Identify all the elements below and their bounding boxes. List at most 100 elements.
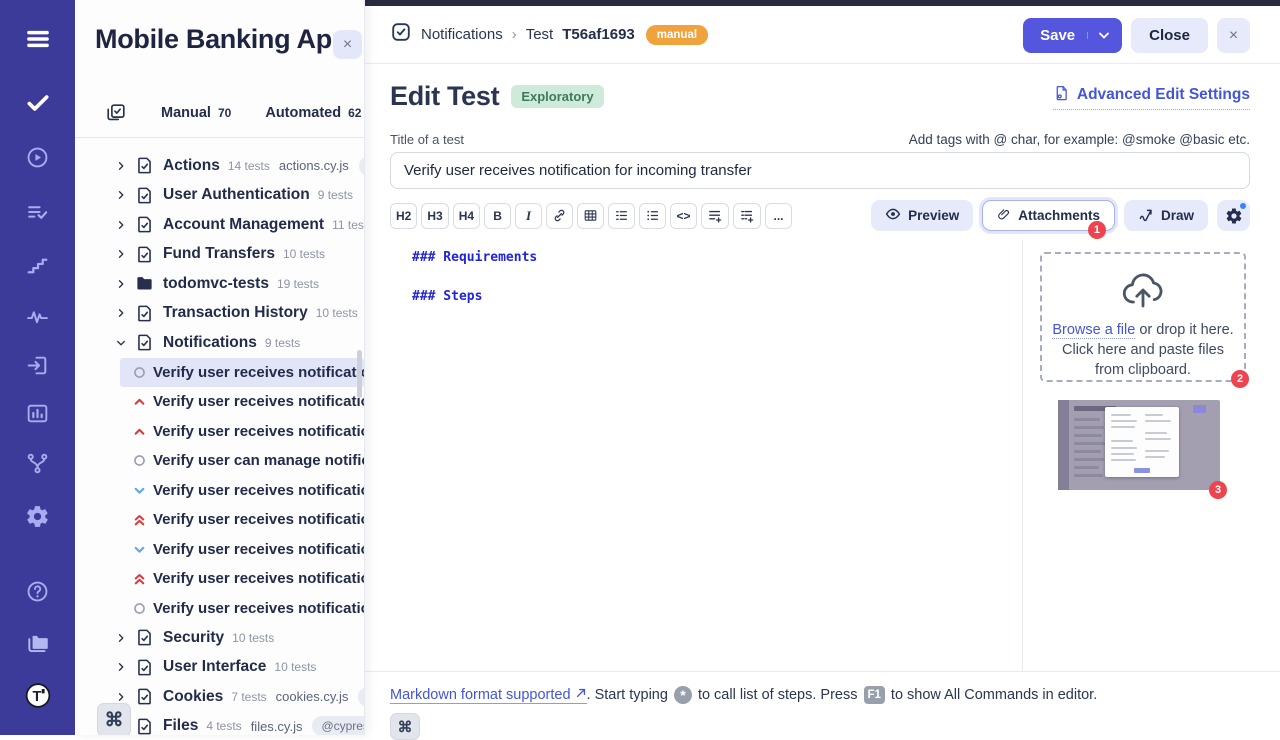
scribble-arrow-icon [1138, 206, 1154, 225]
tree-test-item[interactable]: Verify user receives notification [120, 505, 364, 535]
close-button[interactable]: Close [1131, 18, 1208, 53]
play-runs-icon[interactable] [25, 144, 51, 170]
tags-hint: Add tags with @ char, for example: @smok… [909, 132, 1250, 147]
projects-folder-icon[interactable] [25, 630, 51, 656]
chevron-right-icon[interactable] [115, 277, 128, 290]
save-dropdown-caret[interactable] [1087, 32, 1109, 39]
preview-button[interactable]: Preview [871, 200, 973, 231]
tree-scrollbar-thumb[interactable] [357, 350, 362, 398]
tree-test-item[interactable]: Verify user can manage notifica [120, 446, 364, 476]
app-logo[interactable]: T [25, 682, 51, 708]
activity-pulse-icon[interactable] [25, 303, 51, 329]
editor-attachments-divider [1022, 240, 1023, 671]
tree-test-item[interactable]: Verify user receives notification [120, 476, 364, 506]
reports-chart-icon[interactable] [25, 400, 51, 426]
steps-icon[interactable] [25, 252, 51, 278]
app-icon-rail: T [0, 0, 75, 735]
sign-in-icon[interactable] [25, 352, 51, 378]
status-failed-twice-icon [133, 513, 147, 527]
drawer-close-button[interactable]: × [333, 30, 362, 59]
add-numbered-step-button[interactable] [733, 203, 761, 229]
test-suite-drawer: Mobile Banking App × Manual 70 Automated… [75, 0, 365, 735]
chevron-down-icon[interactable] [115, 336, 128, 349]
tree-test-item[interactable]: Verify user receives notification [120, 535, 364, 565]
tree-section-actions[interactable]: Actions14 testsactions.cy.js@cy [75, 151, 364, 181]
tree-section-transaction-history[interactable]: Transaction History10 tests [75, 299, 364, 329]
test-tree: Actions14 testsactions.cy.js@cyUser Auth… [75, 151, 364, 735]
tree-section-security[interactable]: Security10 tests [75, 623, 364, 653]
save-button[interactable]: Save [1023, 18, 1122, 53]
chevron-right-icon[interactable] [115, 189, 128, 202]
dropzone-step-badge: 2 [1231, 370, 1249, 388]
test-list-icon[interactable] [25, 199, 51, 225]
copy-check-icon [105, 102, 127, 124]
tree-section-notifications[interactable]: Notifications9 tests [75, 328, 364, 358]
test-title-input[interactable] [390, 152, 1250, 189]
italic-button[interactable]: I [515, 203, 542, 229]
tree-section-user-interface[interactable]: User Interface10 tests [75, 653, 364, 683]
tree-section-todomvc-tests[interactable]: todomvc-tests19 tests [75, 269, 364, 299]
heading3-button[interactable]: H3 [421, 203, 448, 229]
markdown-supported-link[interactable]: Markdown format supported [390, 687, 587, 704]
chevron-right-icon[interactable] [115, 661, 128, 674]
tab-automated[interactable]: Automated 62 [265, 105, 361, 121]
drawer-cmd-key-badge[interactable]: ⌘ [97, 703, 131, 735]
tag-badge: @cy [359, 156, 365, 176]
settings-gear-icon[interactable] [25, 503, 51, 529]
help-icon[interactable] [25, 578, 51, 604]
settings-notification-dot [1240, 203, 1246, 209]
chevron-right-icon[interactable] [115, 690, 128, 703]
link-button[interactable] [546, 203, 573, 229]
tests-check-icon[interactable] [25, 90, 51, 116]
chevron-right-icon[interactable] [115, 248, 128, 261]
tree-section-fund-transfers[interactable]: Fund Transfers10 tests [75, 240, 364, 270]
chevron-right-icon[interactable] [115, 307, 128, 320]
title-field-label: Title of a test [390, 132, 464, 147]
file-check-icon [135, 717, 154, 735]
heading2-button[interactable]: H2 [390, 203, 417, 229]
dismiss-x-button[interactable]: × [1217, 18, 1250, 53]
chevron-right-icon[interactable] [115, 159, 128, 172]
status-failed-icon [133, 395, 147, 409]
breadcrumb-section[interactable]: Notifications [421, 26, 503, 43]
draw-button[interactable]: Draw [1124, 200, 1208, 231]
code-button[interactable]: <> [670, 203, 697, 229]
asterisk-key-badge: * [674, 686, 692, 704]
markdown-editor[interactable]: ### Requirements ### Steps Browse a file… [365, 240, 1280, 672]
chevron-right-icon[interactable] [115, 631, 128, 644]
bold-button[interactable]: B [484, 203, 511, 229]
editor-line-steps[interactable]: ### Steps [412, 289, 537, 304]
editor-settings-button[interactable] [1217, 200, 1250, 231]
external-link-icon [575, 687, 587, 703]
tree-test-item[interactable]: Verify user receives notification [120, 594, 364, 624]
tree-test-item[interactable]: Verify user receives notification [120, 358, 364, 388]
more-tools-button[interactable]: ... [765, 203, 792, 229]
editor-line-requirements[interactable]: ### Requirements [412, 250, 537, 265]
add-bullet-step-button[interactable] [701, 203, 729, 229]
tree-section-user-authentication[interactable]: User Authentication9 tests [75, 181, 364, 211]
tree-section-account-management[interactable]: Account Management11 tests [75, 210, 364, 240]
file-dropzone[interactable]: Browse a file or drop it here. Click her… [1040, 252, 1246, 382]
tree-test-item[interactable]: Verify user receives notification [120, 387, 364, 417]
attachments-button[interactable]: Attachments 1 [982, 200, 1115, 231]
file-check-icon [135, 628, 154, 647]
tree-test-item[interactable]: Verify user receives notification [120, 417, 364, 447]
branch-icon[interactable] [25, 450, 51, 476]
editor-cmd-key-badge[interactable]: ⌘ [390, 713, 420, 740]
breadcrumb: Notifications › Test T56af1693 manual [390, 21, 708, 48]
heading4-button[interactable]: H4 [453, 203, 480, 229]
attachment-thumbnail[interactable]: 3 [1058, 400, 1220, 490]
paperclip-icon [997, 207, 1011, 225]
menu-icon[interactable] [25, 26, 51, 52]
thumbnail-modal-button [1134, 468, 1150, 473]
table-button[interactable] [577, 203, 604, 229]
ordered-list-button[interactable] [608, 203, 635, 229]
drop-hint-text: or drop it here. [1139, 322, 1233, 338]
chevron-right-icon[interactable] [115, 218, 128, 231]
suite-title: Mobile Banking App [95, 24, 335, 55]
tab-manual[interactable]: Manual 70 [161, 105, 231, 121]
tree-test-item[interactable]: Verify user receives notification [120, 564, 364, 594]
browse-file-link[interactable]: Browse a file [1052, 322, 1135, 339]
advanced-edit-settings-link[interactable]: Advanced Edit Settings [1053, 84, 1250, 110]
bullet-list-button[interactable] [639, 203, 666, 229]
